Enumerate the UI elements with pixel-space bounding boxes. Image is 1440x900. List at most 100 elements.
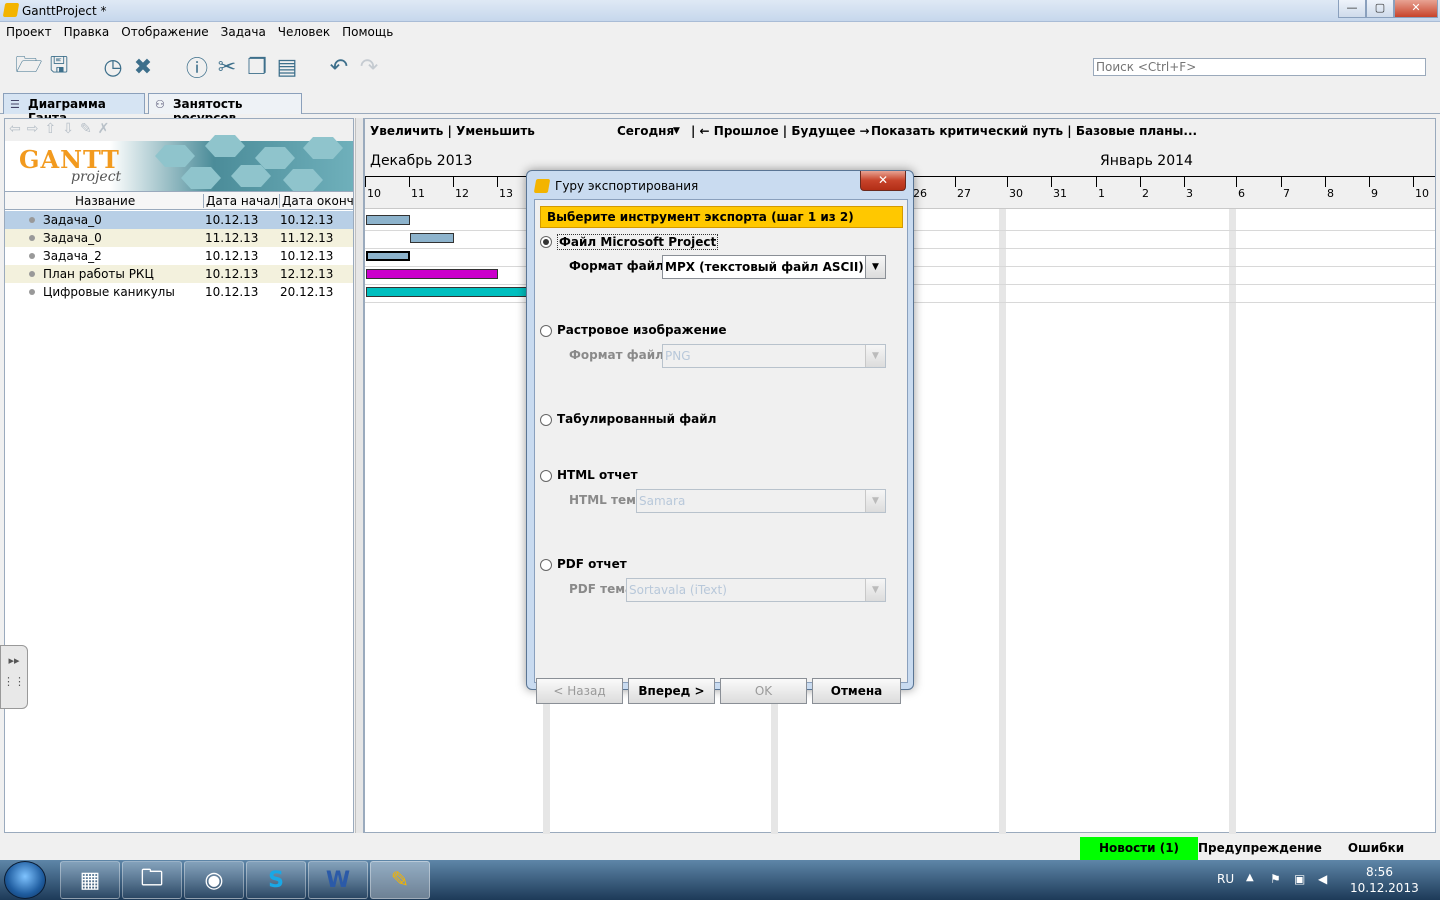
menu-help[interactable]: Помощь bbox=[336, 22, 399, 42]
app-icon bbox=[2, 3, 20, 17]
radio-raster-label[interactable]: Растровое изображение bbox=[557, 323, 727, 337]
apps-grid-icon[interactable]: ▦ bbox=[60, 861, 120, 899]
task-bar[interactable] bbox=[366, 287, 528, 297]
radio-tabular[interactable] bbox=[540, 414, 552, 426]
delete-icon[interactable]: ✖ bbox=[130, 54, 156, 80]
zoom-links[interactable]: Увеличить | Уменьшить bbox=[370, 124, 535, 138]
pdf-theme-value: Sortavala (iText) bbox=[629, 583, 727, 597]
chevron-down-icon: ▼ bbox=[865, 579, 885, 601]
table-row[interactable]: План работы РКЦ 10.12.13 12.12.13 bbox=[5, 265, 353, 283]
dialog-close-button[interactable]: ✕ bbox=[860, 171, 906, 191]
radio-raster[interactable] bbox=[540, 325, 552, 337]
maximize-button[interactable]: ▢ bbox=[1366, 0, 1394, 18]
radio-msproject[interactable] bbox=[540, 236, 552, 248]
word-icon[interactable]: W bbox=[308, 861, 368, 899]
skype-icon[interactable]: S bbox=[246, 861, 306, 899]
task-name: План работы РКЦ bbox=[43, 267, 154, 281]
dialog-body: Выберите инструмент экспорта (шаг 1 из 2… bbox=[534, 199, 908, 704]
tray-expand-icon[interactable]: ▲ bbox=[1246, 872, 1254, 883]
radio-pdf-label[interactable]: PDF отчет bbox=[557, 557, 627, 571]
errors-button[interactable]: Ошибки bbox=[1330, 837, 1422, 860]
task-bar[interactable] bbox=[366, 269, 498, 279]
task-bar[interactable] bbox=[410, 233, 454, 243]
radio-html-label[interactable]: HTML отчет bbox=[557, 468, 638, 482]
today-button[interactable]: Сегодня bbox=[617, 124, 674, 138]
search-input[interactable] bbox=[1093, 58, 1426, 76]
tab-resources[interactable]: ⚇ Занятость ресурсов bbox=[148, 93, 302, 125]
grip-icon: ⋮⋮ bbox=[3, 675, 25, 688]
ganttproject-taskbar-icon[interactable]: ✎ bbox=[370, 861, 430, 899]
column-end-header[interactable]: Дата оконч... bbox=[279, 194, 353, 208]
copy-icon[interactable]: ❐ bbox=[244, 54, 270, 80]
past-future-links[interactable]: | ← Прошлое | Будущее → bbox=[691, 124, 870, 138]
flag-icon[interactable]: ⚑ bbox=[1270, 872, 1281, 886]
panel-splitter[interactable] bbox=[355, 118, 364, 833]
menu-view[interactable]: Отображение bbox=[115, 22, 214, 42]
back-button: < Назад bbox=[536, 678, 623, 704]
day-label: 6 bbox=[1238, 187, 1245, 200]
radio-pdf[interactable] bbox=[540, 559, 552, 571]
critical-path-links[interactable]: Показать критический путь | Базовые план… bbox=[871, 124, 1197, 138]
chrome-icon[interactable]: ◉ bbox=[184, 861, 244, 899]
table-row[interactable]: Цифровые каникулы 10.12.13 20.12.13 bbox=[5, 283, 353, 301]
news-button[interactable]: Новости (1) bbox=[1080, 837, 1198, 860]
logo-subtext: project bbox=[71, 169, 122, 185]
close-window-button[interactable]: ✕ bbox=[1394, 0, 1438, 18]
task-end: 10.12.13 bbox=[280, 249, 334, 263]
table-row[interactable]: Задача_0 10.12.13 10.12.13 bbox=[5, 211, 353, 229]
menu-task[interactable]: Задача bbox=[215, 22, 272, 42]
explorer-icon[interactable]: 🗀 bbox=[122, 861, 182, 899]
raster-format-select: PNG ▼ bbox=[662, 344, 886, 368]
task-name: Задача_2 bbox=[43, 249, 102, 263]
column-start-header[interactable]: Дата начала bbox=[203, 194, 279, 208]
network-icon[interactable]: ▣ bbox=[1294, 872, 1305, 886]
task-end: 11.12.13 bbox=[280, 231, 334, 245]
radio-msproject-label[interactable]: Файл Microsoft Project bbox=[557, 234, 719, 250]
info-icon[interactable]: ⓘ bbox=[184, 54, 210, 82]
menu-edit[interactable]: Правка bbox=[58, 22, 116, 42]
paste-icon[interactable]: ▤ bbox=[274, 54, 300, 80]
menu-human[interactable]: Человек bbox=[272, 22, 336, 42]
html-theme-value: Samara bbox=[639, 494, 686, 508]
msproject-format-select[interactable]: MPX (текстовый файл ASCII) ▼ bbox=[662, 255, 886, 279]
chevron-down-icon: ▼ bbox=[865, 256, 885, 278]
day-label: 26 bbox=[913, 187, 927, 200]
task-bar[interactable] bbox=[366, 251, 410, 261]
unlink-icon: ✗ bbox=[97, 121, 116, 137]
open-folder-icon[interactable]: 🗁 bbox=[15, 53, 42, 80]
task-tree-toolbar: ⇦⇨⇧⇩✎✗ bbox=[5, 119, 353, 141]
cut-icon[interactable]: ✂ bbox=[214, 54, 240, 80]
link-icon: ✎ bbox=[79, 121, 98, 137]
table-row[interactable]: Задача_2 10.12.13 10.12.13 bbox=[5, 247, 353, 265]
side-expander[interactable]: ▸▸ ⋮⋮ bbox=[0, 645, 28, 709]
warnings-button[interactable]: Предупреждение bbox=[1198, 837, 1322, 860]
start-button[interactable] bbox=[4, 861, 46, 899]
day-label: 10 bbox=[1415, 187, 1429, 200]
tab-gantt[interactable]: ☰ Диаграмма Ганта bbox=[3, 93, 145, 125]
cancel-button[interactable]: Отмена bbox=[812, 678, 901, 704]
volume-icon[interactable]: ◀ bbox=[1318, 872, 1327, 886]
clock-icon[interactable]: ◷ bbox=[100, 54, 126, 80]
minimize-button[interactable]: — bbox=[1338, 0, 1366, 18]
radio-html[interactable] bbox=[540, 470, 552, 482]
table-row[interactable]: Задача_0 11.12.13 11.12.13 bbox=[5, 229, 353, 247]
undo-icon[interactable]: ↶ bbox=[326, 54, 352, 80]
day-label: 31 bbox=[1053, 187, 1067, 200]
day-label: 7 bbox=[1283, 187, 1290, 200]
day-label: 2 bbox=[1142, 187, 1149, 200]
task-name: Задача_0 bbox=[43, 213, 102, 227]
clock-date[interactable]: 10.12.2013 bbox=[1350, 881, 1419, 895]
task-bullet-icon bbox=[29, 217, 35, 223]
clock-time[interactable]: 8:56 bbox=[1366, 865, 1393, 879]
radio-tabular-label[interactable]: Табулированный файл bbox=[557, 412, 716, 426]
today-dropdown-icon[interactable]: ▼ bbox=[673, 126, 680, 136]
column-name-header[interactable]: Название bbox=[75, 194, 203, 208]
language-indicator[interactable]: RU bbox=[1217, 872, 1234, 886]
next-button[interactable]: Вперед > bbox=[628, 678, 715, 704]
msproject-format-value: MPX (текстовый файл ASCII) bbox=[665, 260, 864, 274]
day-label: 12 bbox=[455, 187, 469, 200]
task-bar[interactable] bbox=[366, 215, 410, 225]
save-icon[interactable]: 🖫 bbox=[46, 53, 72, 80]
menu-project[interactable]: Проект bbox=[0, 22, 58, 42]
raster-format-value: PNG bbox=[665, 349, 691, 363]
